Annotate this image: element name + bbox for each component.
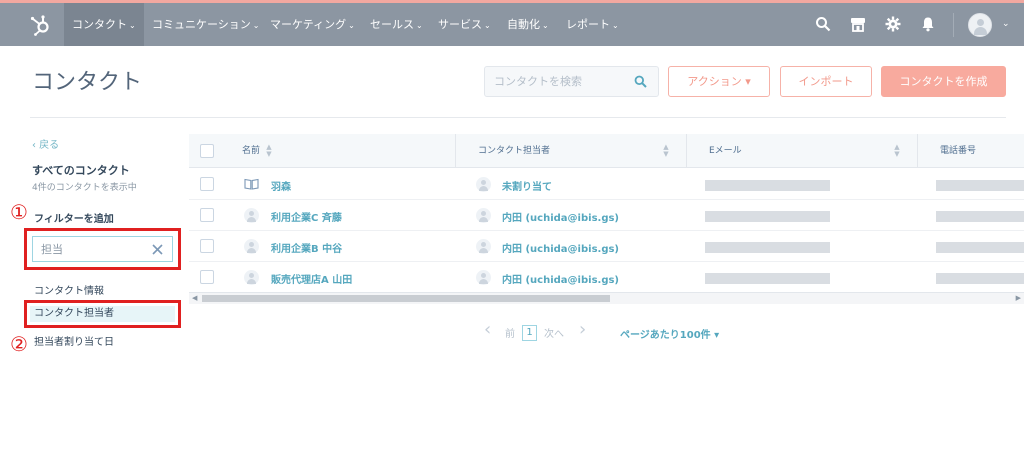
next-page-button[interactable]: 次へ — [544, 325, 564, 340]
property-owner-assigned-date[interactable]: 担当者割り当て日 — [34, 333, 114, 348]
current-page[interactable]: 1 — [522, 325, 537, 341]
column-header-email[interactable]: Eメール — [709, 134, 742, 168]
column-header-owner[interactable]: コンタクト担当者 — [478, 134, 550, 168]
create-contact-button[interactable]: コンタクトを作成 — [881, 66, 1006, 97]
avatar — [476, 208, 491, 223]
table-row[interactable]: 羽森 未割り当て — [189, 169, 1024, 200]
avatar — [476, 177, 491, 192]
contact-owner-link[interactable]: 未割り当て — [502, 178, 552, 193]
import-button[interactable]: インポート — [780, 66, 872, 97]
book-icon — [244, 178, 259, 190]
close-icon[interactable] — [152, 244, 163, 255]
property-group-label: コンタクト情報 — [34, 286, 104, 297]
back-link[interactable]: ‹ 戻る — [32, 136, 59, 151]
column-divider — [686, 134, 687, 168]
filter-heading: フィルターを追加 — [34, 214, 114, 225]
redacted-email — [705, 211, 830, 222]
row-checkbox[interactable] — [200, 177, 214, 191]
scrollbar-thumb[interactable] — [202, 295, 610, 302]
contact-owner-link[interactable]: 内田 (uchida@ibis.gs) — [502, 240, 619, 255]
search-icon[interactable] — [815, 16, 831, 32]
scroll-left-icon[interactable]: ◀ — [192, 294, 197, 302]
chevron-left-icon[interactable]: ‹ — [484, 321, 491, 339]
redacted-phone — [936, 242, 1024, 253]
search-input[interactable] — [485, 67, 625, 96]
contact-name-link[interactable]: 羽森 — [271, 178, 291, 193]
contact-owner-link[interactable]: 内田 (uchida@ibis.gs) — [502, 209, 619, 224]
scroll-right-icon[interactable]: ▶ — [1016, 294, 1021, 302]
prev-page-button[interactable]: 前 — [505, 325, 515, 340]
hubspot-logo-icon[interactable] — [28, 13, 52, 37]
nav-automation[interactable]: 自動化 ⌄ — [499, 3, 557, 46]
search-icon[interactable] — [634, 75, 647, 88]
nav-marketing[interactable]: マーケティング ⌄ — [262, 3, 363, 46]
nav-service[interactable]: サービス ⌄ — [430, 3, 499, 46]
contact-name-link[interactable]: 利用企業B 中谷 — [271, 240, 342, 255]
row-checkbox[interactable] — [200, 208, 214, 222]
sort-icon[interactable]: ▲ ▼ — [893, 144, 901, 158]
row-checkbox[interactable] — [200, 239, 214, 253]
horizontal-scrollbar[interactable]: ◀ ▶ — [189, 292, 1024, 304]
per-page-select[interactable]: ページあたり100件 ▾ — [620, 326, 719, 341]
redacted-phone — [936, 273, 1024, 284]
redacted-email — [705, 273, 830, 284]
annotation-marker-2: ② — [10, 332, 28, 356]
actions-button[interactable]: アクション ▾ — [668, 66, 770, 97]
row-checkbox[interactable] — [200, 270, 214, 284]
avatar — [476, 239, 491, 254]
avatar — [244, 270, 259, 285]
property-contact-owner[interactable]: コンタクト担当者 — [30, 306, 175, 322]
redacted-phone — [936, 180, 1024, 191]
nav-conversations[interactable]: コミュニケーション ⌄ — [144, 3, 267, 46]
view-title: すべてのコンタクト — [32, 164, 130, 177]
nav-divider — [953, 13, 954, 37]
header-divider — [30, 117, 1006, 118]
redacted-phone — [936, 211, 1024, 222]
column-header-name[interactable]: 名前 — [242, 134, 260, 168]
column-divider — [917, 134, 918, 168]
annotation-highlight-2: コンタクト担当者 — [24, 300, 181, 328]
chevron-down-icon[interactable]: ⌄ — [1002, 19, 1010, 29]
avatar — [244, 208, 259, 223]
settings-icon[interactable] — [885, 16, 901, 32]
nav-sales[interactable]: セールス ⌄ — [362, 3, 431, 46]
avatar — [244, 239, 259, 254]
view-subtitle: 4件のコンタクトを表示中 — [32, 183, 137, 193]
select-all-checkbox[interactable] — [200, 144, 214, 158]
notifications-icon[interactable] — [920, 16, 936, 32]
nav-contacts[interactable]: コンタクト ⌄ — [64, 3, 144, 46]
avatar — [476, 270, 491, 285]
top-nav: コンタクト ⌄ コミュニケーション ⌄ マーケティング ⌄ セールス ⌄ サービス ⌄ 自… — [0, 0, 1024, 46]
annotation-highlight-1 — [24, 228, 181, 270]
column-divider — [455, 134, 456, 168]
page-title: コンタクト — [32, 70, 143, 95]
table-row[interactable]: 利用企業C 斉藤 内田 (uchida@ibis.gs) — [189, 200, 1024, 231]
annotation-marker-1: ① — [10, 200, 28, 224]
sort-icon[interactable]: ▲ ▼ — [265, 144, 273, 158]
column-header-phone[interactable]: 電話番号 — [940, 134, 976, 168]
marketplace-icon[interactable] — [850, 16, 866, 32]
contact-name-link[interactable]: 利用企業C 斉藤 — [271, 209, 342, 224]
contact-search[interactable] — [484, 66, 659, 97]
sort-icon[interactable]: ▲ ▼ — [662, 144, 670, 158]
redacted-email — [705, 180, 830, 191]
user-avatar[interactable] — [968, 13, 992, 37]
contact-name-link[interactable]: 販売代理店A 山田 — [271, 271, 352, 286]
table-row[interactable]: 利用企業B 中谷 内田 (uchida@ibis.gs) — [189, 231, 1024, 262]
table-header: 名前 ▲ ▼ コンタクト担当者 ▲ ▼ Eメール ▲ ▼ 電話番号 — [189, 134, 1024, 168]
contact-owner-link[interactable]: 内田 (uchida@ibis.gs) — [502, 271, 619, 286]
nav-reports[interactable]: レポート ⌄ — [558, 3, 627, 46]
table-row[interactable]: 販売代理店A 山田 内田 (uchida@ibis.gs) — [189, 262, 1024, 293]
filter-search-field[interactable] — [32, 236, 173, 262]
chevron-right-icon[interactable]: › — [579, 321, 586, 339]
filter-search-input[interactable] — [33, 237, 143, 261]
redacted-email — [705, 242, 830, 253]
